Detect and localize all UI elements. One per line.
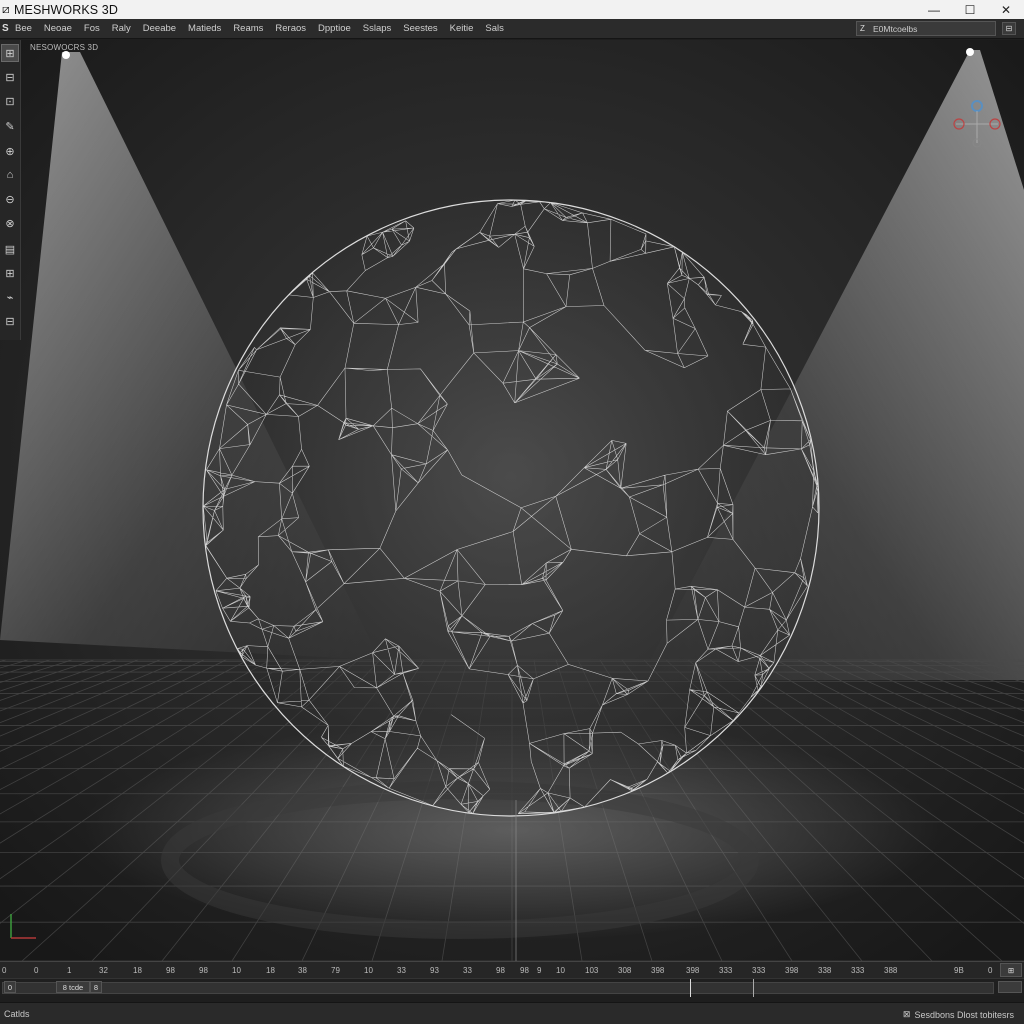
status-bar: Catlds ⊠ Sesdbons Dlost tobitesrs xyxy=(0,1002,1024,1024)
layout-icon[interactable]: ▤ xyxy=(1,240,19,258)
frame-field-b[interactable]: 8 xyxy=(90,981,102,993)
timeline-tick: 338 xyxy=(818,966,832,975)
timeline-tick: 333 xyxy=(719,966,733,975)
app-window: ⧄ MESHWORKS 3D — ☐ ✕ S Bee Neoae Fos Ral… xyxy=(0,0,1024,1024)
end-marker[interactable] xyxy=(753,979,754,997)
timeline-tick: 388 xyxy=(884,966,898,975)
timeline-tick: 398 xyxy=(651,966,665,975)
menu-logo-icon[interactable]: S xyxy=(2,23,11,34)
left-toolbar: ⊞ ⊟ ⊡ ✎ ⊕ ⌂ ⊖ ⊗ ▤ ⊞ ⌁ ⊟ xyxy=(0,40,21,340)
search-input[interactable]: Z E0Mtcoelbs xyxy=(856,21,996,36)
timeline-bar[interactable] xyxy=(2,982,994,994)
menu-item-8[interactable]: Reraos xyxy=(275,23,306,34)
status-right: ⊠ Sesdbons Dlost tobitesrs xyxy=(903,1009,1014,1020)
3d-viewport[interactable]: NESOWOCRS 3D xyxy=(0,40,1024,961)
menu-item-6[interactable]: Matieds xyxy=(188,23,221,34)
app-logo-icon: ⧄ xyxy=(2,2,10,16)
mesh-icon[interactable]: ⊟ xyxy=(1,312,19,330)
search-icon: Z xyxy=(860,24,865,33)
box-icon[interactable]: ⊟ xyxy=(1,68,19,86)
minimize-button[interactable]: — xyxy=(916,0,952,19)
menu-item-7[interactable]: Reams xyxy=(233,23,263,34)
viewport-label: NESOWOCRS 3D xyxy=(30,43,99,52)
playhead[interactable] xyxy=(690,979,691,997)
track-end-field[interactable] xyxy=(998,981,1022,993)
timeline-tick: 32 xyxy=(99,966,108,975)
timeline-end-button[interactable]: ⊞ xyxy=(1000,963,1022,977)
frame-field-a[interactable]: 8 tcde xyxy=(56,981,90,993)
frame-start-field[interactable]: 0 xyxy=(4,981,16,993)
menu-item-5[interactable]: Deeabe xyxy=(143,23,176,34)
panel-toggle-button[interactable]: ⊟ xyxy=(1002,22,1016,35)
timeline-tick: 98 xyxy=(520,966,529,975)
timeline-tick: 333 xyxy=(851,966,865,975)
timeline-tick: 10 xyxy=(232,966,241,975)
menu-item-12[interactable]: Keitie xyxy=(450,23,474,34)
timeline-tick: 0 xyxy=(988,966,993,975)
maximize-button[interactable]: ☐ xyxy=(952,0,988,19)
search-value: E0Mtcoelbs xyxy=(873,23,918,34)
timeline-tick: 10 xyxy=(556,966,565,975)
status-right-text: Sesdbons Dlost tobitesrs xyxy=(914,1009,1014,1020)
select-icon[interactable]: ⊞ xyxy=(1,44,19,62)
timeline-tick: 38 xyxy=(298,966,307,975)
timeline-ruler[interactable]: 0 0 1 32 18 98 98 10 18 38 79 10 33 93 3… xyxy=(0,961,1024,978)
menu-item-2[interactable]: Neoae xyxy=(44,23,72,34)
axis-indicator-icon xyxy=(10,914,36,939)
timeline-tick: 398 xyxy=(686,966,700,975)
timeline-tick: 0 xyxy=(2,966,7,975)
menu-item-11[interactable]: Seestes xyxy=(403,23,437,34)
title-bar: ⧄ MESHWORKS 3D — ☐ ✕ xyxy=(0,0,1024,19)
timeline-tick: 33 xyxy=(463,966,472,975)
close-button[interactable]: ✕ xyxy=(988,0,1024,19)
timeline-tick: 398 xyxy=(785,966,799,975)
window-title: MESHWORKS 3D xyxy=(14,2,118,17)
timeline-tick: 333 xyxy=(752,966,766,975)
sphere-icon[interactable]: ⊕ xyxy=(1,142,19,160)
timeline-tick: 9B xyxy=(954,966,964,975)
menu-item-3[interactable]: Fos xyxy=(84,23,100,34)
paint-icon[interactable]: ⊗ xyxy=(1,214,19,232)
viewport-scene xyxy=(0,40,1024,961)
timeline-tick: 9 xyxy=(537,966,542,975)
menu-item-9[interactable]: Dpptioe xyxy=(318,23,351,34)
brush-icon[interactable]: ✎ xyxy=(1,117,19,135)
menu-item-10[interactable]: Sslaps xyxy=(363,23,392,34)
timeline-tick: 93 xyxy=(430,966,439,975)
timeline-tick: 33 xyxy=(397,966,406,975)
timeline-tick: 18 xyxy=(133,966,142,975)
orientation-gizmo[interactable] xyxy=(952,88,1002,158)
status-icon: ⊠ xyxy=(902,1009,911,1019)
menu-item-13[interactable]: Sals xyxy=(485,23,503,34)
timeline-tick: 1 xyxy=(67,966,72,975)
timeline-tick: 308 xyxy=(618,966,632,975)
menu-bar: S Bee Neoae Fos Raly Deeabe Matieds Ream… xyxy=(0,19,1024,39)
timeline-tick: 98 xyxy=(199,966,208,975)
timeline-tick: 98 xyxy=(166,966,175,975)
camera-icon[interactable]: ⌂ xyxy=(1,166,19,184)
box-select-icon[interactable]: ⊡ xyxy=(1,92,19,110)
shield-icon[interactable]: ⊖ xyxy=(1,190,19,208)
bone-icon[interactable]: ⌁ xyxy=(1,288,19,306)
menu-item-1[interactable]: Bee xyxy=(15,23,32,34)
window-controls: — ☐ ✕ xyxy=(916,0,1024,19)
timeline-tick: 0 xyxy=(34,966,39,975)
timeline-tick: 103 xyxy=(585,966,599,975)
timeline-tick: 18 xyxy=(266,966,275,975)
timeline-tick: 10 xyxy=(364,966,373,975)
status-left-text: Catlds xyxy=(4,1009,30,1019)
timeline-tick: 98 xyxy=(496,966,505,975)
timeline-tick: 79 xyxy=(331,966,340,975)
menu-item-4[interactable]: Raly xyxy=(112,23,131,34)
timeline-track[interactable]: 0 8 tcde 8 xyxy=(0,978,1024,997)
grid-icon[interactable]: ⊞ xyxy=(1,264,19,282)
